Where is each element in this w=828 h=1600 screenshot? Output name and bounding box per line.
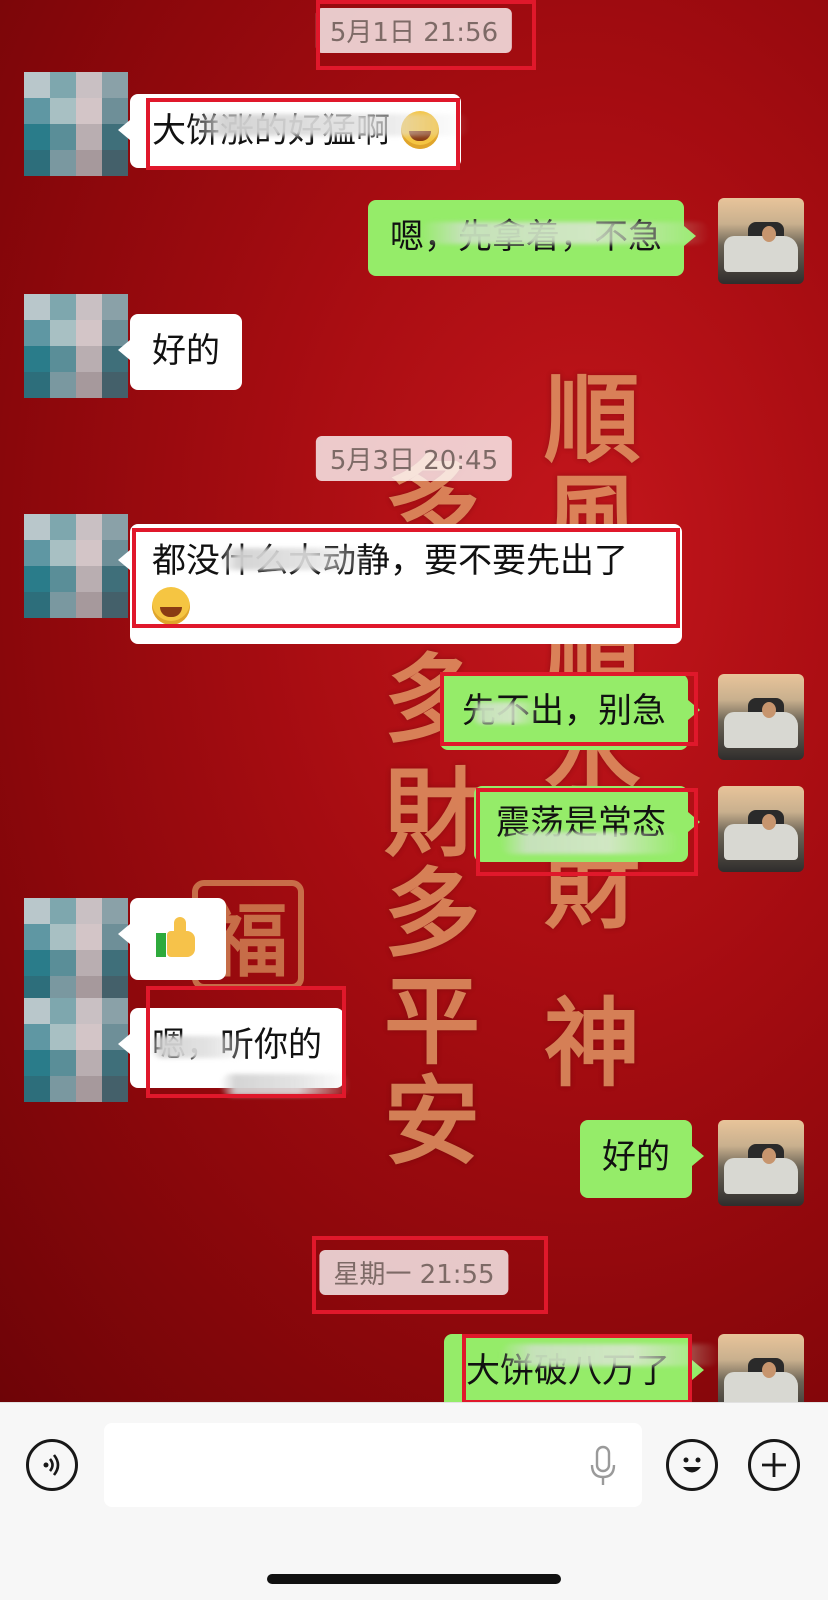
emoji-icon (683, 1457, 701, 1473)
wallpaper-glyph: 神 (544, 987, 640, 1100)
wallpaper-glyph: 平 (384, 965, 480, 1078)
message-bubble-left[interactable]: 都没什么大动静，要不要先出了 (118, 524, 682, 644)
contact-avatar[interactable] (24, 294, 128, 398)
my-avatar[interactable] (718, 786, 804, 872)
timestamp: 5月3日 20:45 (315, 436, 513, 481)
wallpaper-glyph: 財 (384, 757, 480, 870)
contact-avatar[interactable] (24, 514, 128, 618)
chat-area[interactable]: 順 風 順 水 財 神 多 多 財 多 平 安 福 5月1日 21:56 大饼涨… (0, 0, 828, 1402)
plus-button[interactable] (748, 1439, 800, 1491)
redaction-smear (420, 222, 710, 244)
plus-icon (762, 1453, 786, 1477)
redaction-smear (220, 548, 370, 570)
contact-avatar[interactable] (24, 72, 128, 176)
chat-input-bar (0, 1402, 828, 1600)
my-avatar[interactable] (718, 198, 804, 284)
microphone-icon[interactable] (588, 1445, 618, 1489)
redaction-smear (220, 1074, 350, 1096)
redaction-smear (470, 702, 540, 724)
message-input[interactable] (104, 1423, 642, 1507)
redaction-smear (150, 1036, 250, 1058)
my-avatar[interactable] (718, 674, 804, 760)
wallpaper-glyph: 順 (544, 363, 640, 476)
voice-toggle-button[interactable] (26, 1439, 78, 1491)
wallpaper-glyph: 多 (384, 857, 480, 970)
my-avatar[interactable] (718, 1120, 804, 1206)
message-bubble-left[interactable] (118, 898, 226, 980)
redaction-smear (190, 114, 470, 136)
redaction-smear (500, 832, 680, 854)
home-indicator[interactable] (267, 1574, 561, 1584)
emoji-button[interactable] (666, 1439, 718, 1491)
message-bubble-left[interactable]: 好的 (118, 314, 242, 390)
tears-of-joy-face-icon (152, 586, 190, 625)
message-text: 好的 (152, 331, 220, 371)
timestamp: 5月1日 21:56 (315, 8, 513, 53)
voice-toggle-icon (43, 1454, 60, 1476)
message-bubble-right[interactable]: 好的 (580, 1120, 704, 1198)
redaction-smear (500, 1344, 720, 1366)
thumbs-up-icon (156, 916, 200, 961)
message-text: 好的 (602, 1137, 670, 1177)
contact-avatar[interactable] (24, 998, 128, 1102)
contact-avatar[interactable] (24, 898, 128, 1002)
wallpaper-glyph: 安 (384, 1065, 480, 1178)
timestamp: 星期一 21:55 (319, 1250, 509, 1295)
my-avatar[interactable] (718, 1334, 804, 1402)
